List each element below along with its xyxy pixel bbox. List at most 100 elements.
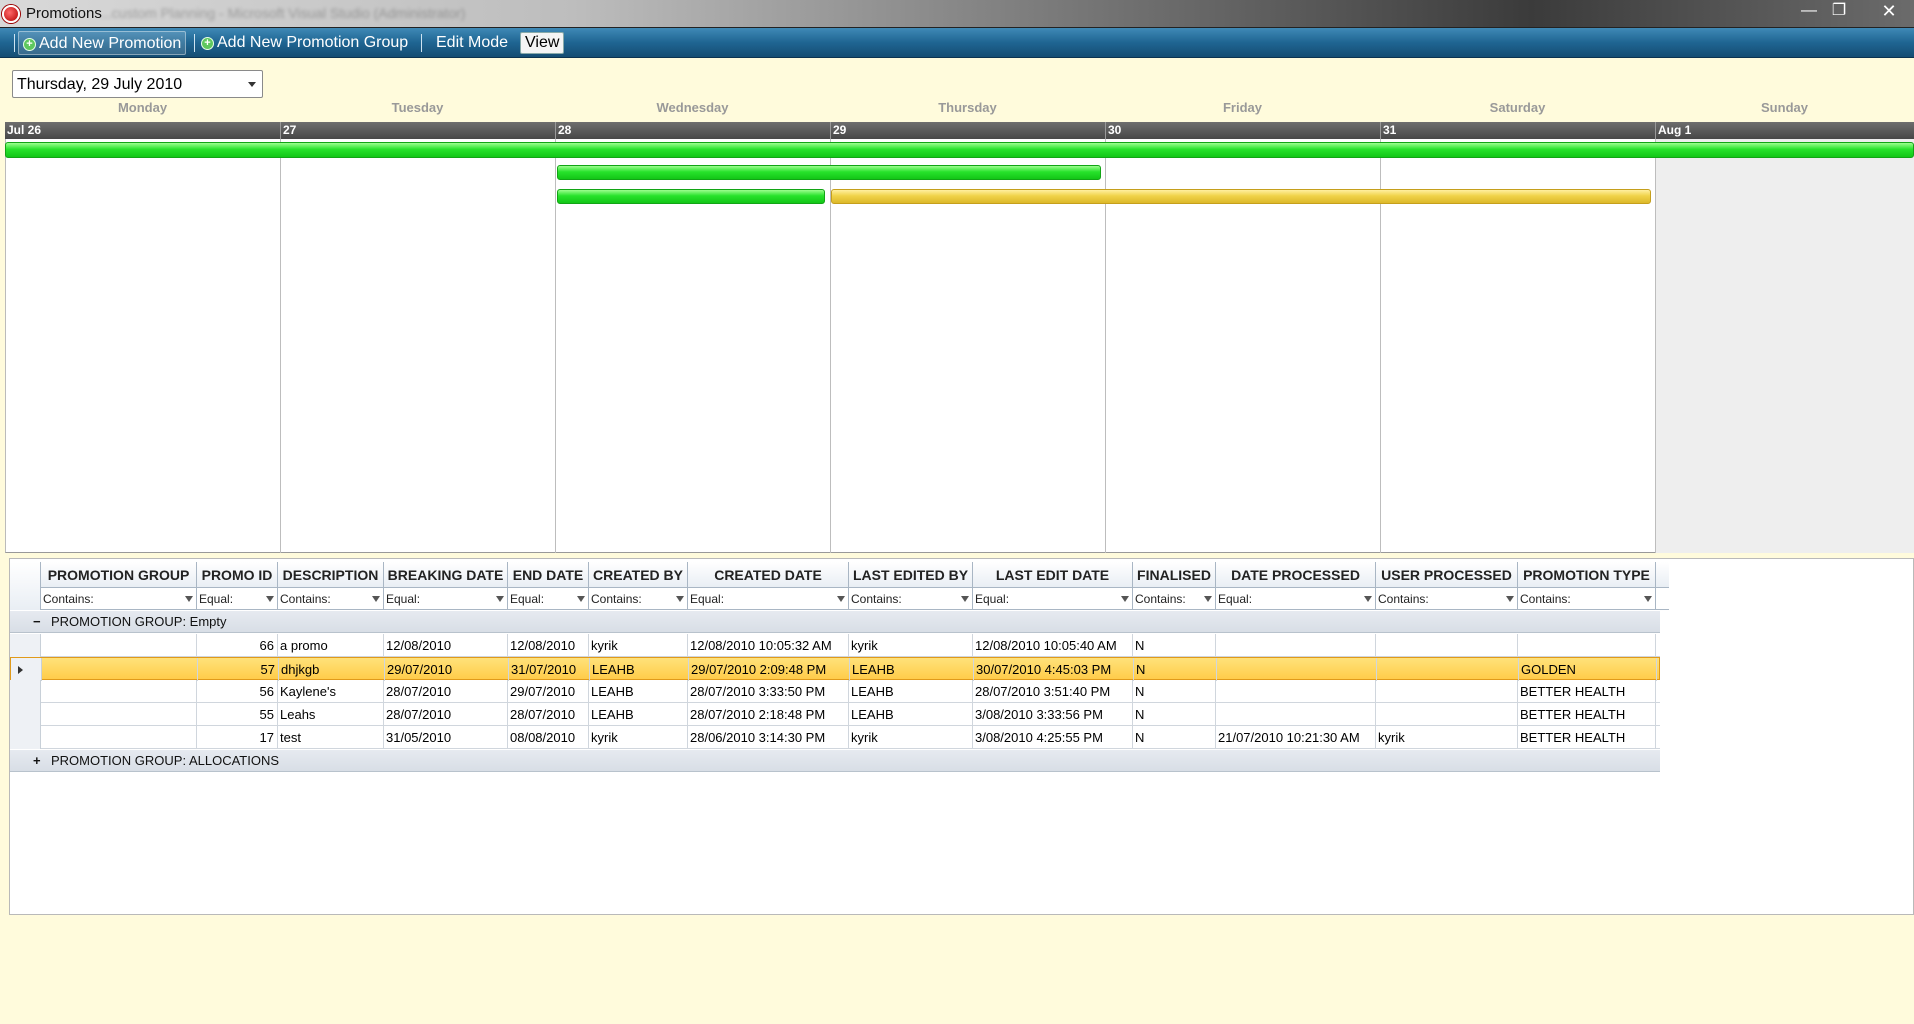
table-cell[interactable]: 66 bbox=[197, 634, 278, 657]
chevron-down-icon[interactable] bbox=[248, 82, 256, 87]
column-header-end-date[interactable]: END DATE bbox=[508, 562, 589, 588]
table-cell[interactable]: 28/07/2010 3:51:40 PM bbox=[973, 680, 1133, 703]
filter-cell[interactable]: Equal: bbox=[973, 588, 1133, 610]
table-cell[interactable]: 12/08/2010 bbox=[384, 634, 508, 657]
table-cell[interactable]: kyrik bbox=[849, 726, 973, 749]
column-header-date-processed[interactable]: DATE PROCESSED bbox=[1216, 562, 1376, 588]
filter-icon[interactable] bbox=[185, 596, 193, 602]
filter-icon[interactable] bbox=[676, 596, 684, 602]
filter-cell[interactable]: Equal: bbox=[688, 588, 849, 610]
filter-icon[interactable] bbox=[577, 596, 585, 602]
column-header-description[interactable]: DESCRIPTION bbox=[278, 562, 384, 588]
collapse-icon[interactable]: − bbox=[33, 611, 41, 633]
table-cell[interactable] bbox=[41, 680, 197, 703]
close-button[interactable]: ✕ bbox=[1874, 0, 1904, 22]
filter-icon[interactable] bbox=[266, 596, 274, 602]
table-cell[interactable]: N bbox=[1133, 680, 1216, 703]
table-cell[interactable]: 31/07/2010 bbox=[509, 658, 590, 681]
table-cell[interactable]: 28/07/2010 3:33:50 PM bbox=[688, 680, 849, 703]
table-row[interactable]: 57 dhjkgb 29/07/2010 31/07/2010 LEAHB 29/07/2… bbox=[10, 657, 1660, 681]
table-cell[interactable]: N bbox=[1133, 703, 1216, 726]
table-cell[interactable] bbox=[1377, 658, 1519, 681]
table-cell[interactable]: LEAHB bbox=[589, 680, 688, 703]
table-row[interactable]: 66 a promo 12/08/2010 12/08/2010 kyrik 12/08/… bbox=[10, 634, 1660, 657]
table-cell[interactable]: kyrik bbox=[589, 634, 688, 657]
table-cell[interactable]: 29/07/2010 bbox=[508, 680, 589, 703]
table-cell[interactable] bbox=[41, 703, 197, 726]
filter-icon[interactable] bbox=[837, 596, 845, 602]
column-header-created-by[interactable]: CREATED BY bbox=[589, 562, 688, 588]
group-row-allocations[interactable]: + PROMOTION GROUP: ALLOCATIONS bbox=[10, 750, 1660, 772]
table-cell[interactable]: 29/07/2010 2:09:48 PM bbox=[689, 658, 850, 681]
filter-cell[interactable]: Contains: bbox=[1376, 588, 1518, 610]
table-cell[interactable]: 56 bbox=[197, 680, 278, 703]
filter-cell[interactable]: Contains: bbox=[41, 588, 197, 610]
table-cell[interactable] bbox=[41, 634, 197, 657]
table-cell[interactable]: 30/07/2010 4:45:03 PM bbox=[974, 658, 1134, 681]
filter-icon[interactable] bbox=[372, 596, 380, 602]
table-cell[interactable]: LEAHB bbox=[849, 680, 973, 703]
table-cell[interactable]: 29/07/2010 bbox=[385, 658, 509, 681]
table-row[interactable]: 55 Leahs 28/07/2010 28/07/2010 LEAHB 28/07/20… bbox=[10, 703, 1660, 726]
filter-cell[interactable]: Equal: bbox=[508, 588, 589, 610]
table-row[interactable]: 56 Kaylene's 28/07/2010 29/07/2010 LEAHB 28/0… bbox=[10, 680, 1660, 703]
table-cell[interactable]: kyrik bbox=[849, 634, 973, 657]
table-row[interactable]: 17 test 31/05/2010 08/08/2010 kyrik 28/06/201… bbox=[10, 726, 1660, 749]
table-cell[interactable]: 08/08/2010 bbox=[508, 726, 589, 749]
column-header-finalised[interactable]: FINALISED bbox=[1133, 562, 1216, 588]
date-cell[interactable]: 29 bbox=[830, 122, 1105, 139]
table-cell[interactable] bbox=[1376, 703, 1518, 726]
add-new-promotion-button[interactable]: + Add New Promotion bbox=[18, 31, 187, 55]
filter-icon[interactable] bbox=[1204, 596, 1212, 602]
column-header-user-processed[interactable]: USER PROCESSED bbox=[1376, 562, 1518, 588]
table-cell[interactable] bbox=[1216, 680, 1376, 703]
row-selector[interactable] bbox=[10, 680, 41, 703]
table-cell[interactable]: BETTER HEALTH bbox=[1518, 680, 1656, 703]
column-header-breaking-date[interactable]: BREAKING DATE bbox=[384, 562, 508, 588]
date-cell[interactable]: Jul 26 bbox=[5, 122, 280, 139]
table-cell[interactable]: N bbox=[1134, 658, 1217, 681]
table-cell[interactable]: BETTER HEALTH bbox=[1518, 703, 1656, 726]
promotion-bar-dhjkgb[interactable] bbox=[831, 189, 1651, 204]
table-cell[interactable] bbox=[1376, 680, 1518, 703]
table-cell[interactable]: 17 bbox=[197, 726, 278, 749]
view-button[interactable]: View bbox=[520, 32, 565, 54]
table-cell[interactable]: Leahs bbox=[278, 703, 384, 726]
table-cell[interactable]: dhjkgb bbox=[279, 658, 385, 681]
filter-icon[interactable] bbox=[1121, 596, 1129, 602]
column-header-created-date[interactable]: CREATED DATE bbox=[688, 562, 849, 588]
table-cell[interactable]: 28/07/2010 bbox=[384, 703, 508, 726]
column-header-promotion-group[interactable]: PROMOTION GROUP bbox=[41, 562, 197, 588]
filter-cell[interactable]: Contains: bbox=[1518, 588, 1656, 610]
edit-mode-button[interactable]: Edit Mode bbox=[432, 31, 512, 55]
date-cell[interactable]: Aug 1 bbox=[1655, 122, 1914, 139]
table-cell[interactable]: kyrik bbox=[589, 726, 688, 749]
filter-icon[interactable] bbox=[1644, 596, 1652, 602]
table-cell[interactable]: GOLDEN bbox=[1519, 658, 1657, 681]
filter-cell[interactable]: Contains: bbox=[1133, 588, 1216, 610]
table-cell[interactable]: 12/08/2010 10:05:32 AM bbox=[688, 634, 849, 657]
table-cell[interactable]: 28/07/2010 2:18:48 PM bbox=[688, 703, 849, 726]
filter-cell[interactable]: Equal: bbox=[384, 588, 508, 610]
date-cell[interactable]: 31 bbox=[1380, 122, 1655, 139]
expand-icon[interactable]: + bbox=[33, 750, 41, 772]
table-cell[interactable]: 12/08/2010 10:05:40 AM bbox=[973, 634, 1133, 657]
table-cell[interactable]: 57 bbox=[198, 658, 279, 681]
table-cell[interactable]: 12/08/2010 bbox=[508, 634, 589, 657]
restore-button[interactable]: ❐ bbox=[1824, 0, 1854, 22]
table-cell[interactable] bbox=[41, 726, 197, 749]
table-cell[interactable]: N bbox=[1133, 634, 1216, 657]
row-selector[interactable] bbox=[10, 634, 41, 657]
add-new-promotion-group-button[interactable]: + Add New Promotion Group bbox=[197, 31, 412, 55]
table-cell[interactable]: LEAHB bbox=[850, 658, 974, 681]
row-selector[interactable] bbox=[10, 703, 41, 726]
promotion-bar-kaylenes[interactable] bbox=[557, 165, 1101, 180]
column-header-promo-id[interactable]: PROMO ID bbox=[197, 562, 278, 588]
table-cell[interactable]: 55 bbox=[197, 703, 278, 726]
table-cell[interactable]: test bbox=[278, 726, 384, 749]
table-cell[interactable] bbox=[42, 658, 198, 681]
row-selector[interactable] bbox=[11, 658, 42, 681]
date-cell[interactable]: 30 bbox=[1105, 122, 1380, 139]
table-cell[interactable]: 28/07/2010 bbox=[508, 703, 589, 726]
date-cell[interactable]: 28 bbox=[555, 122, 830, 139]
